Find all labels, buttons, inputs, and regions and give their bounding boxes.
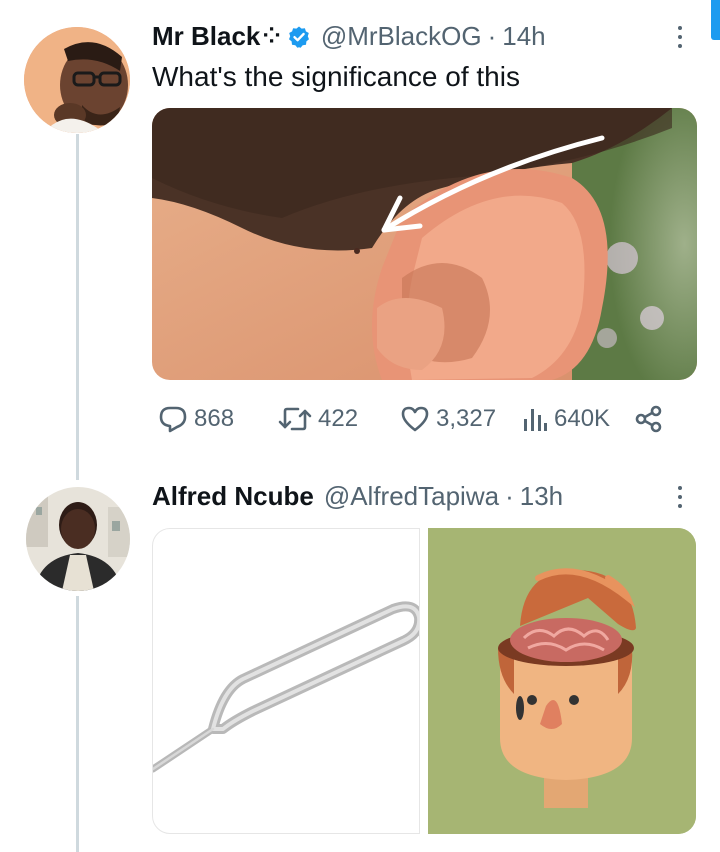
like-button[interactable]: 3,327 — [400, 405, 522, 433]
tweet-image[interactable] — [152, 108, 697, 380]
retweet-count: 422 — [318, 405, 359, 432]
separator-dot: · — [487, 21, 497, 51]
tweet-header: Mr Black ⁘ @MrBlackOG · 14h — [152, 20, 546, 52]
reply-button[interactable]: 868 — [158, 405, 278, 433]
more-options-icon[interactable] — [670, 482, 690, 512]
share-button[interactable] — [634, 405, 670, 433]
retweet-icon — [278, 407, 312, 431]
thread-line — [76, 596, 79, 852]
tweet-time[interactable]: 14h — [502, 20, 545, 52]
author-name[interactable]: Mr Black — [152, 20, 260, 52]
tweet-actions: 868 422 3,327 640K — [158, 402, 670, 436]
views-count: 640K — [554, 405, 611, 432]
tweet-time[interactable]: 13h — [520, 480, 563, 512]
tweet-header: Alfred Ncube @AlfredTapiwa · 13h — [152, 480, 563, 512]
tweet-image-brain-head[interactable] — [428, 528, 696, 834]
scroll-indicator[interactable] — [711, 0, 720, 40]
name-emoji: ⁘ — [262, 23, 281, 48]
thread-line — [76, 134, 79, 480]
avatar[interactable] — [24, 27, 130, 133]
author-handle[interactable]: @AlfredTapiwa — [324, 480, 499, 512]
views-button[interactable]: 640K — [522, 405, 634, 433]
like-count: 3,327 — [436, 405, 497, 432]
tweet-text: What's the significance of this — [152, 61, 520, 92]
retweet-button[interactable]: 422 — [278, 405, 400, 433]
author-handle[interactable]: @MrBlackOG — [321, 20, 482, 52]
more-options-icon[interactable] — [670, 22, 690, 52]
reply-icon — [159, 406, 187, 433]
share-icon — [635, 405, 662, 433]
author-name[interactable]: Alfred Ncube — [152, 480, 314, 512]
like-icon — [401, 406, 429, 432]
tweet-image-sim-pin[interactable] — [152, 528, 420, 834]
views-icon — [524, 409, 547, 431]
separator-dot: · — [505, 481, 514, 511]
avatar[interactable] — [26, 487, 130, 591]
reply-count: 868 — [194, 405, 235, 432]
verified-badge-icon — [287, 24, 311, 48]
